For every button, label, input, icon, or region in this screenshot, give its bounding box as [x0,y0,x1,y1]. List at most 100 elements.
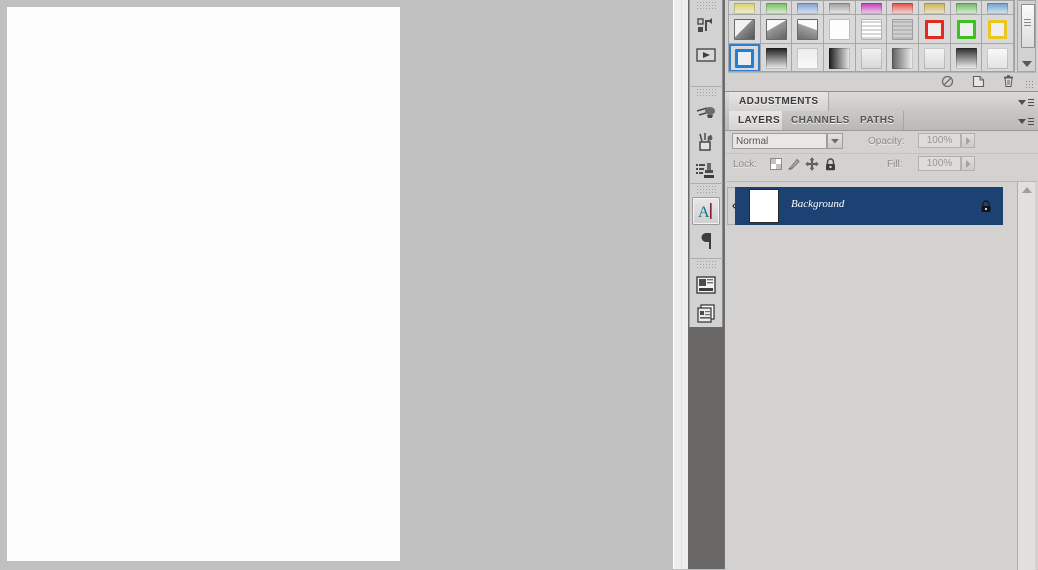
adjustments-panel-header[interactable]: ADJUSTMENTS [725,91,1038,112]
panel-menu-icon[interactable] [1018,116,1034,126]
panel-column: ADJUSTMENTS LAYERS CHANNELS PATHS Normal [724,0,1038,570]
layers-panel: LAYERS CHANNELS PATHS Normal Opacity: 10… [725,111,1038,570]
chevron-right-icon [966,159,971,168]
style-swatch[interactable] [919,44,951,71]
styles-panel-footer [728,72,1036,90]
style-swatch[interactable] [792,1,825,15]
svg-text:A: A [698,204,710,221]
paragraph-icon[interactable] [693,228,719,254]
layers-panel-tabbar: LAYERS CHANNELS PATHS [725,111,1038,131]
actions-icon[interactable] [693,42,719,68]
style-swatch[interactable] [855,1,888,15]
style-swatch[interactable] [760,1,793,15]
fill-input[interactable]: 100% [918,156,961,171]
scroll-down-arrow-icon[interactable] [1022,61,1032,67]
style-swatch[interactable] [982,1,1014,15]
table-row[interactable]: Background [735,187,1003,225]
tab-layers[interactable]: LAYERS [729,111,791,130]
tab-channels-label: CHANNELS [791,115,850,126]
clear-style-button[interactable] [940,74,955,89]
workspace-gutter [673,0,688,569]
dock-group-type: A [689,184,723,258]
style-swatch[interactable] [950,44,983,71]
panel-menu-icon[interactable] [1018,97,1034,107]
brush-icon[interactable] [693,100,719,126]
opacity-label: Opacity: [868,136,905,147]
tab-layers-label: LAYERS [738,115,781,126]
style-swatch[interactable] [824,15,856,44]
style-swatch[interactable] [887,15,920,44]
lock-all-icon[interactable] [823,157,837,171]
style-swatch[interactable] [792,15,825,44]
lock-row: Lock: Fill: 100% [725,153,1038,174]
lock-image-pixels-icon[interactable] [787,157,801,171]
style-swatch[interactable] [824,44,856,71]
style-swatch[interactable] [855,15,888,44]
character-icon[interactable]: A [692,197,720,225]
tab-channels[interactable]: CHANNELS [782,111,860,130]
style-swatch[interactable] [887,44,920,71]
lock-label: Lock: [733,159,757,170]
tab-adjustments[interactable]: ADJUSTMENTS [729,92,830,111]
blend-mode-dropdown-button[interactable] [827,133,843,149]
style-swatch[interactable] [824,1,856,15]
layer-list[interactable]: Background [727,181,1037,570]
fill-stepper-button[interactable] [961,156,975,171]
styles-swatch-grid[interactable] [728,0,1015,72]
opacity-stepper-button[interactable] [961,133,975,148]
style-swatch[interactable] [760,44,793,71]
layer-list-scrollbar[interactable] [1017,182,1035,570]
lock-position-icon[interactable] [805,157,819,171]
dock-grip[interactable] [696,2,716,11]
layer-locked-icon [979,199,993,213]
document-canvas[interactable] [7,7,400,561]
style-swatch[interactable] [919,1,951,15]
lock-transparent-pixels-icon[interactable] [769,157,783,171]
collapsed-panel-dock: A [688,0,724,569]
tool-presets-icon[interactable] [693,301,719,327]
styles-scrollbar[interactable] [1017,0,1036,72]
styles-swatch-row [729,1,1014,15]
styles-swatch-row [729,44,1014,71]
style-swatch[interactable] [887,1,920,15]
layer-name-label: Background [791,198,845,210]
style-swatch[interactable] [760,15,793,44]
opacity-input[interactable]: 100% [918,133,961,148]
document-workspace [0,0,673,569]
style-swatch[interactable] [792,44,825,71]
layer-thumbnail[interactable] [749,189,779,223]
clone-source-icon[interactable] [693,158,719,184]
blend-mode-input[interactable]: Normal [732,133,827,149]
style-swatch[interactable] [729,1,761,15]
style-swatch[interactable] [855,44,888,71]
dock-group-brush [689,87,723,183]
opacity-value: 100% [926,135,953,146]
brush-presets-icon[interactable] [693,129,719,155]
chevron-down-icon [831,139,839,144]
tab-paths[interactable]: PATHS [851,111,905,130]
style-swatch[interactable] [950,1,983,15]
style-swatch[interactable] [729,15,761,44]
dock-grip[interactable] [696,186,716,195]
dock-empty-area [689,327,723,569]
style-swatch[interactable] [982,15,1014,44]
history-icon[interactable] [693,13,719,39]
delete-style-button[interactable] [1001,74,1016,89]
panel-resize-grip[interactable] [1025,80,1034,89]
style-swatch[interactable] [950,15,983,44]
scroll-up-arrow-icon[interactable] [1022,187,1032,193]
styles-swatch-row [729,15,1014,44]
dock-group-history-actions [689,0,723,86]
style-swatch[interactable] [919,15,951,44]
fill-label: Fill: [887,159,903,170]
scrollbar-thumb[interactable] [1021,4,1035,48]
style-swatch[interactable] [729,44,761,71]
dock-grip[interactable] [696,261,716,270]
new-style-button[interactable] [971,74,986,89]
styles-panel [725,0,1038,90]
style-swatch[interactable] [982,44,1014,71]
chevron-right-icon [966,136,971,145]
blend-mode-row: Normal Opacity: 100% [725,131,1038,151]
dock-grip[interactable] [696,89,716,98]
layer-comps-icon[interactable] [693,272,719,298]
